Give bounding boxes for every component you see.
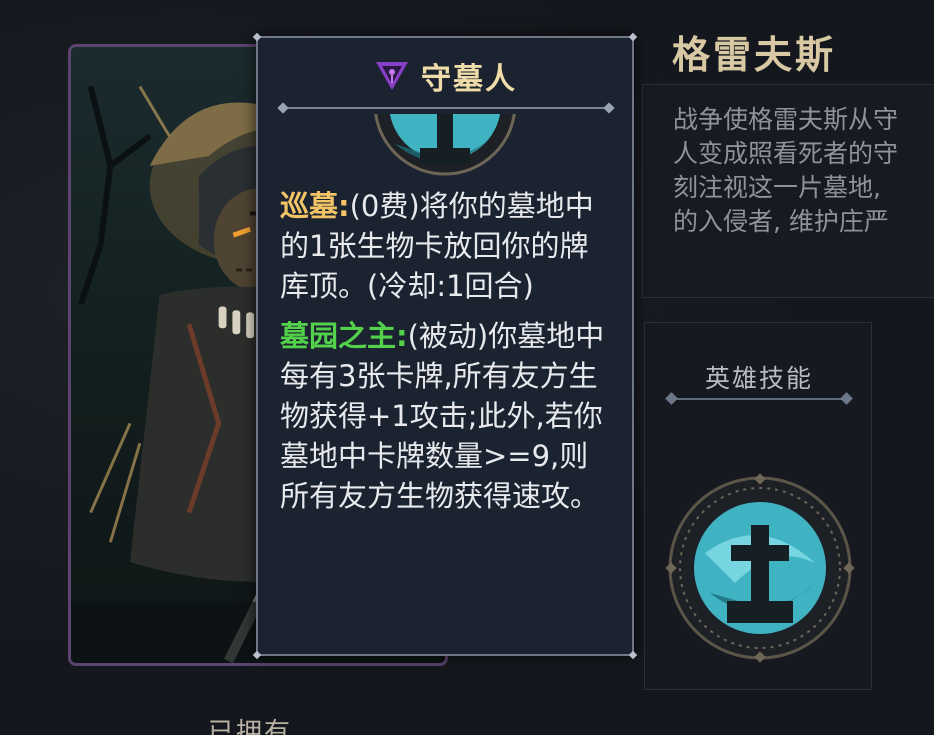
tooltip-corner <box>252 32 262 42</box>
ability-keyword: 巡墓: <box>280 189 350 223</box>
graveyard-class-icon <box>376 62 408 90</box>
hero-skill-panel: 英雄技能 <box>644 322 872 690</box>
hero-detail-screen: 已拥有 格雷夫斯 战争使格雷夫斯从守 人变成照看死者的守 刻注视这一片墓地, 的… <box>0 0 934 735</box>
ability-keyword: 墓园之主: <box>280 319 408 353</box>
owned-label: 已拥有 <box>208 718 293 735</box>
tooltip-corner <box>628 32 638 42</box>
skill-title-divider <box>665 392 853 405</box>
hero-ability-tooltip: 守墓人 巡墓:(0费)将你的墓地中的1张生物卡放回你的牌库顶。(冷却:1回合) … <box>252 32 638 660</box>
ability-entry: 墓园之主:(被动)你墓地中每有3张卡牌,所有友方生物获得+1攻击;此外,若你墓地… <box>280 316 616 516</box>
tooltip-body: 巡墓:(0费)将你的墓地中的1张生物卡放回你的牌库顶。(冷却:1回合) 墓园之主… <box>280 186 616 526</box>
hero-name: 格雷夫斯 <box>672 33 837 77</box>
ability-entry: 巡墓:(0费)将你的墓地中的1张生物卡放回你的牌库顶。(冷却:1回合) <box>280 186 616 306</box>
grave-cross-icon[interactable] <box>665 473 855 663</box>
hero-lore-text: 战争使格雷夫斯从守 人变成照看死者的守 刻注视这一片墓地, 的入侵者, 维护庄严 <box>673 105 899 236</box>
tooltip-header: 守墓人 <box>258 54 632 98</box>
grave-cross-icon <box>374 114 516 176</box>
hero-lore-box: 战争使格雷夫斯从守 人变成照看死者的守 刻注视这一片墓地, 的入侵者, 维护庄严 <box>642 84 934 298</box>
tooltip-class-name: 守墓人 <box>421 62 517 97</box>
tooltip-corner <box>628 650 638 660</box>
